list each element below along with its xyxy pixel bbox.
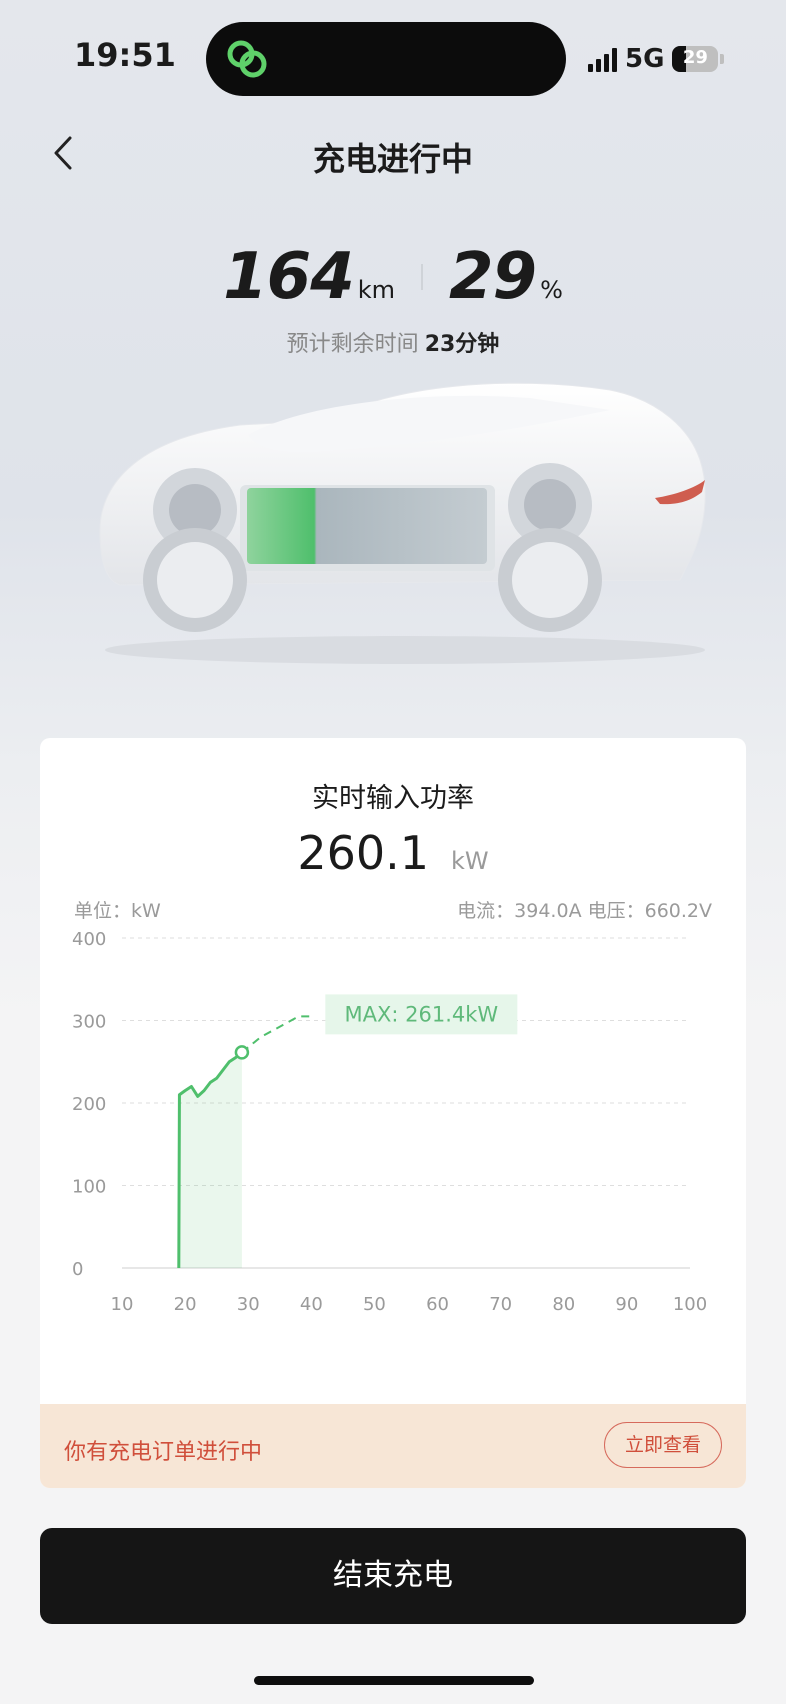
eta-row: 预计剩余时间 23分钟 bbox=[0, 326, 786, 358]
current-point bbox=[234, 1045, 250, 1060]
x-tick-label: 60 bbox=[426, 1294, 449, 1315]
x-tick-label: 40 bbox=[300, 1294, 323, 1315]
x-tick-label: 50 bbox=[363, 1294, 386, 1315]
y-tick-label: 100 bbox=[72, 1177, 106, 1198]
eta-label: 预计剩余时间 bbox=[286, 332, 419, 357]
x-tick-label: 70 bbox=[489, 1294, 512, 1315]
power-value: 260.1 bbox=[297, 826, 430, 880]
signal-icon bbox=[588, 46, 617, 72]
x-tick-label: 30 bbox=[237, 1294, 260, 1315]
eta-value: 23分钟 bbox=[424, 332, 500, 357]
range-unit: km bbox=[357, 276, 395, 304]
status-bar: 19:51 5G 29 bbox=[0, 0, 786, 110]
dynamic-island bbox=[206, 22, 566, 96]
order-banner: 你有充电订单进行中 立即查看 bbox=[40, 1404, 746, 1488]
car-battery-illustration bbox=[99, 382, 706, 664]
y-tick-label: 400 bbox=[72, 929, 106, 950]
end-charging-button[interactable]: 结束充电 bbox=[40, 1528, 746, 1624]
status-indicators: 5G 29 bbox=[588, 44, 725, 74]
soc-unit: % bbox=[540, 276, 563, 304]
status-time: 19:51 bbox=[74, 36, 176, 74]
x-tick-label: 80 bbox=[552, 1294, 575, 1315]
soc-value: 29 bbox=[449, 240, 537, 314]
page-title: 充电进行中 bbox=[312, 140, 473, 178]
range-value: 164 bbox=[223, 240, 355, 314]
x-tick-label: 20 bbox=[174, 1294, 197, 1315]
battery-icon: 29 bbox=[672, 46, 719, 72]
power-chart: 0100200300400102030405060708090100电量(%)M… bbox=[72, 929, 707, 1315]
order-banner-text: 你有充电订单进行中 bbox=[64, 1440, 263, 1465]
y-tick-label: 0 bbox=[72, 1259, 83, 1280]
x-tick-label: 100 bbox=[673, 1294, 707, 1315]
battery-level: 29 bbox=[682, 47, 708, 68]
network-type: 5G bbox=[625, 44, 665, 74]
power-card: 实时输入功率 260.1 kW 单位：kW 电流：394.0A 电压：660.2V… bbox=[40, 738, 746, 1488]
x-tick-label: 10 bbox=[111, 1294, 134, 1315]
home-indicator bbox=[254, 1676, 534, 1685]
nav-bar: 充电进行中 bbox=[0, 120, 786, 190]
view-order-button[interactable]: 立即查看 bbox=[604, 1422, 722, 1468]
summary-divider bbox=[421, 264, 423, 290]
y-tick-label: 300 bbox=[72, 1012, 106, 1033]
link-icon bbox=[227, 40, 267, 78]
x-tick-label: 90 bbox=[615, 1294, 638, 1315]
power-card-title: 实时输入功率 bbox=[312, 783, 474, 814]
power-unit: kW bbox=[451, 847, 489, 875]
max-label: MAX: 261.4kW bbox=[344, 1002, 498, 1026]
y-tick-label: 200 bbox=[72, 1094, 106, 1115]
projected-line bbox=[241, 1015, 312, 1054]
power-value-row: 260.1 kW bbox=[40, 826, 746, 880]
charge-summary: 164 km 29 % bbox=[0, 240, 786, 314]
